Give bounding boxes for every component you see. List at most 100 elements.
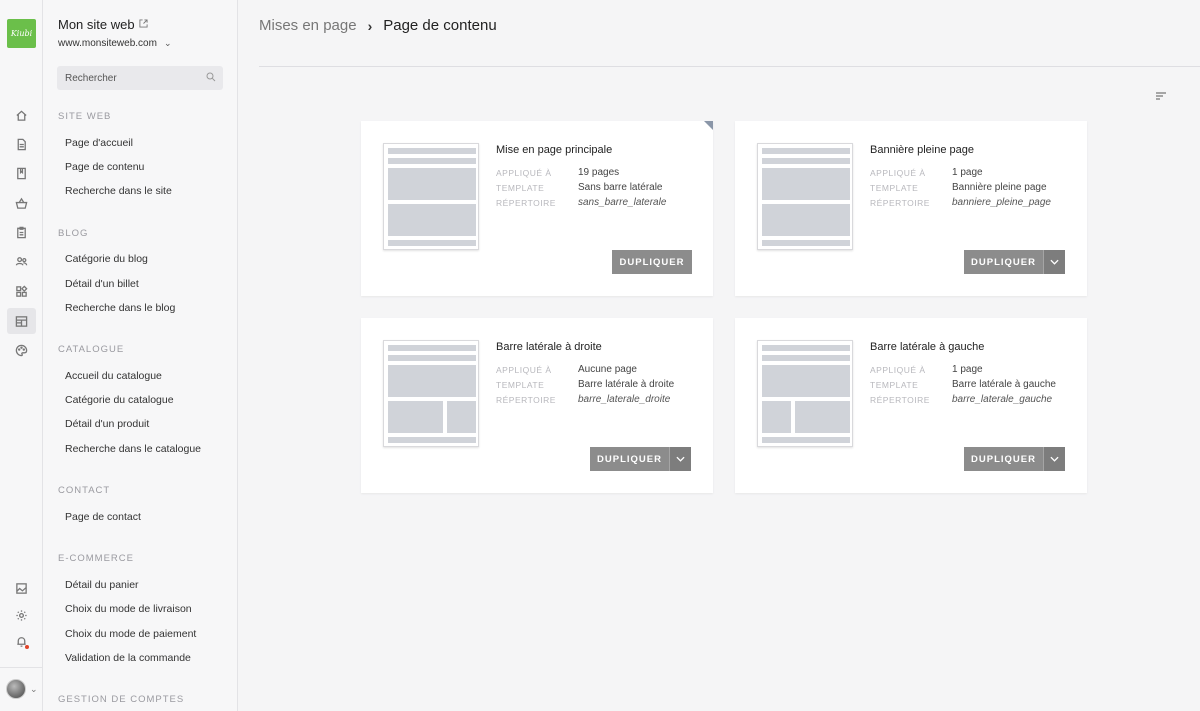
sidebar-item-page-accueil[interactable]: Page d'accueil: [65, 137, 133, 149]
sidebar-item-recherche-blog[interactable]: Recherche dans le blog: [65, 302, 175, 314]
directory-value: barre_laterale_gauche: [952, 394, 1053, 405]
sidebar-item-detail-billet[interactable]: Détail d'un billet: [65, 278, 139, 290]
rail-divider: [0, 667, 43, 668]
directory-value: banniere_pleine_page: [952, 197, 1051, 208]
template-label: TEMPLATE: [870, 380, 919, 390]
applied-label: APPLIQUÉ À: [870, 365, 926, 375]
directory-value: sans_barre_laterale: [578, 197, 667, 208]
search-icon[interactable]: [206, 72, 216, 82]
directory-label: RÉPERTOIRE: [870, 198, 930, 208]
template-value: Barre latérale à gauche: [952, 379, 1056, 390]
applied-label: APPLIQUÉ À: [496, 365, 552, 375]
notification-dot: [25, 645, 29, 649]
layout-thumbnail: [383, 143, 479, 250]
sidebar: Mon site web www.monsiteweb.com ⌄ SITE W…: [43, 0, 238, 711]
sidebar-item-categorie-catalogue[interactable]: Catégorie du catalogue: [65, 394, 174, 406]
directory-label: RÉPERTOIRE: [870, 395, 930, 405]
logo-text: Kiubi: [10, 29, 33, 38]
duplicate-button[interactable]: DUPLIQUER: [612, 250, 692, 274]
template-value: Sans barre latérale: [578, 182, 663, 193]
layout-card[interactable]: Barre latérale à gauche APPLIQUÉ À 1 pag…: [735, 318, 1087, 493]
card-title: Mise en page principale: [496, 144, 613, 156]
sidebar-item-recherche-site[interactable]: Recherche dans le site: [65, 185, 172, 197]
layout-thumbnail: [757, 340, 853, 447]
section-title-blog: BLOG: [58, 228, 89, 239]
template-label: TEMPLATE: [870, 183, 919, 193]
sidebar-item-recherche-catalogue[interactable]: Recherche dans le catalogue: [65, 443, 201, 455]
header-divider: [259, 66, 1200, 67]
breadcrumb: Mises en page › Page de contenu: [259, 17, 497, 34]
card-title: Barre latérale à droite: [496, 341, 602, 353]
applied-value: 1 page: [952, 364, 983, 375]
chevron-down-icon[interactable]: ⌄: [164, 38, 172, 49]
section-title-contact: CONTACT: [58, 485, 111, 496]
chevron-down-icon: [676, 456, 685, 462]
section-title-site-web: SITE WEB: [58, 111, 112, 122]
chevron-down-icon: [1050, 259, 1059, 265]
sidebar-item-categorie-blog[interactable]: Catégorie du blog: [65, 253, 148, 265]
sidebar-item-detail-panier[interactable]: Détail du panier: [65, 579, 139, 591]
layout-card[interactable]: Barre latérale à droite APPLIQUÉ À Aucun…: [361, 318, 713, 493]
directory-label: RÉPERTOIRE: [496, 395, 556, 405]
basket-icon[interactable]: [7, 190, 36, 216]
layout-card[interactable]: Bannière pleine page APPLIQUÉ À 1 page T…: [735, 121, 1087, 296]
duplicate-button[interactable]: DUPLIQUER: [590, 447, 669, 471]
page-icon[interactable]: [7, 131, 36, 157]
applied-value: Aucune page: [578, 364, 637, 375]
sidebar-item-mode-livraison[interactable]: Choix du mode de livraison: [65, 603, 192, 615]
sidebar-item-mode-paiement[interactable]: Choix du mode de paiement: [65, 628, 196, 640]
duplicate-button[interactable]: DUPLIQUER: [964, 447, 1043, 471]
kiubi-logo[interactable]: Kiubi: [7, 19, 36, 48]
chevron-down-icon[interactable]: ⌄: [30, 684, 38, 695]
sidebar-item-page-contenu[interactable]: Page de contenu: [65, 161, 144, 173]
duplicate-dropdown-button[interactable]: [1043, 447, 1065, 471]
duplicate-dropdown-button[interactable]: [1043, 250, 1065, 274]
media-icon[interactable]: [7, 575, 36, 601]
default-marker: [704, 121, 713, 130]
template-label: TEMPLATE: [496, 183, 545, 193]
card-title: Barre latérale à gauche: [870, 341, 985, 353]
gear-icon[interactable]: [7, 602, 36, 628]
template-value: Bannière pleine page: [952, 182, 1047, 193]
breadcrumb-separator: ›: [367, 17, 373, 34]
sidebar-item-detail-produit[interactable]: Détail d'un produit: [65, 418, 149, 430]
book-icon[interactable]: [7, 160, 36, 186]
template-value: Barre latérale à droite: [578, 379, 675, 390]
section-title-e-commerce: E-COMMERCE: [58, 553, 134, 564]
home-icon[interactable]: [7, 102, 36, 128]
section-title-catalogue: CATALOGUE: [58, 344, 125, 355]
clipboard-icon[interactable]: [7, 219, 36, 245]
sidebar-item-validation-commande[interactable]: Validation de la commande: [65, 652, 191, 664]
layout-thumbnail: [383, 340, 479, 447]
duplicate-dropdown-button[interactable]: [669, 447, 691, 471]
sort-icon[interactable]: [1155, 91, 1167, 101]
breadcrumb-parent[interactable]: Mises en page: [259, 17, 357, 34]
applied-value: 19 pages: [578, 167, 620, 178]
sidebar-item-page-contact[interactable]: Page de contact: [65, 511, 141, 523]
search-input[interactable]: [57, 66, 223, 90]
layout-card[interactable]: Mise en page principale APPLIQUÉ À 19 pa…: [361, 121, 713, 296]
modules-icon[interactable]: [7, 278, 36, 304]
section-title-gestion-comptes: GESTION DE COMPTES: [58, 694, 185, 705]
chevron-down-icon: [1050, 456, 1059, 462]
layout-icon[interactable]: [7, 308, 36, 334]
external-link-icon[interactable]: [139, 19, 148, 28]
bell-icon[interactable]: [7, 628, 36, 654]
applied-label: APPLIQUÉ À: [870, 168, 926, 178]
site-name[interactable]: Mon site web: [58, 17, 135, 32]
icon-rail: Kiubi ⌄: [0, 0, 43, 711]
applied-label: APPLIQUÉ À: [496, 168, 552, 178]
directory-value: barre_laterale_droite: [578, 394, 671, 405]
sidebar-item-accueil-catalogue[interactable]: Accueil du catalogue: [65, 370, 162, 382]
duplicate-button[interactable]: DUPLIQUER: [964, 250, 1043, 274]
applied-value: 1 page: [952, 167, 983, 178]
avatar[interactable]: [6, 679, 26, 699]
directory-label: RÉPERTOIRE: [496, 198, 556, 208]
card-title: Bannière pleine page: [870, 144, 974, 156]
palette-icon[interactable]: [7, 337, 36, 363]
template-label: TEMPLATE: [496, 380, 545, 390]
page-title: Page de contenu: [383, 17, 497, 34]
users-icon[interactable]: [7, 248, 36, 274]
layout-thumbnail: [757, 143, 853, 250]
site-url[interactable]: www.monsiteweb.com: [58, 38, 157, 49]
